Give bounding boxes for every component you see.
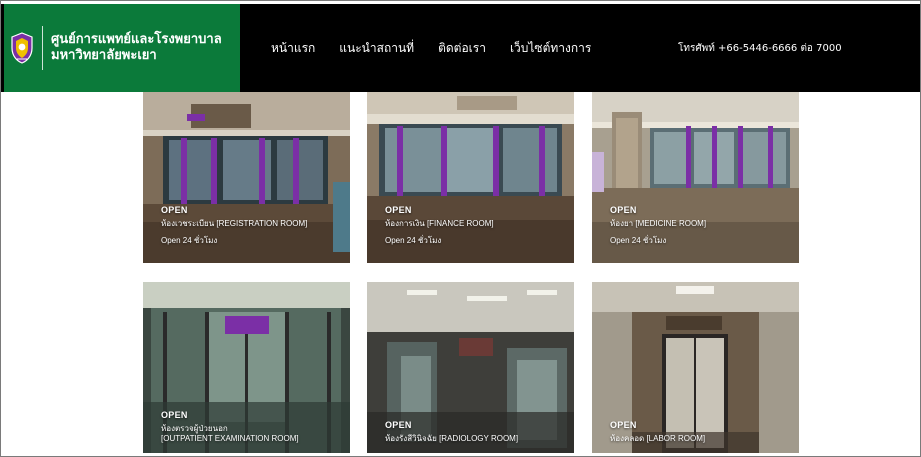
room-name: ห้องยา [MEDICINE ROOM]	[610, 219, 707, 228]
phone-number: โทรศัพท์ +66-5446-6666 ต่อ 7000	[678, 42, 842, 54]
room-card-registration[interactable]: OPEN ห้องเวชระเบียน [REGISTRATION ROOM] …	[143, 92, 350, 263]
nav-item-home[interactable]: หน้าแรก	[271, 39, 315, 58]
browser-frame: ศูนย์การแพทย์และโรงพยาบาล มหาวิทยาลัยพะเ…	[0, 0, 921, 457]
room-hours: Open 24 ชั่วโมง	[161, 236, 218, 245]
room-caption: OPEN ห้องคลอด [LABOR ROOM]	[610, 420, 705, 449]
room-caption: OPEN ห้องการเงิน [FINANCE ROOM] Open 24 …	[385, 205, 494, 247]
room-name: ห้องคลอด [LABOR ROOM]	[610, 434, 706, 443]
room-status: OPEN	[610, 205, 637, 215]
room-caption: OPEN ห้องยา [MEDICINE ROOM] Open 24 ชั่ว…	[610, 205, 706, 247]
room-hours: Open 24 ชั่วโมง	[385, 236, 442, 245]
main-nav: หน้าแรก แนะนำสถานที่ ติดต่อเรา เว็บไซต์ท…	[271, 4, 615, 92]
university-shield-icon	[11, 32, 33, 64]
nav-item-contact[interactable]: ติดต่อเรา	[438, 39, 486, 58]
room-status: OPEN	[161, 410, 188, 420]
room-status: OPEN	[385, 205, 412, 215]
room-card-finance[interactable]: OPEN ห้องการเงิน [FINANCE ROOM] Open 24 …	[367, 92, 574, 263]
room-name: ห้องรังสีวินิจฉัย [RADIOLOGY ROOM]	[385, 434, 519, 443]
nav-item-official-site[interactable]: เว็บไซต์ทางการ	[510, 39, 591, 58]
room-status: OPEN	[385, 420, 412, 430]
room-status: OPEN	[610, 420, 637, 430]
brand-line-1: ศูนย์การแพทย์และโรงพยาบาล	[51, 32, 222, 47]
brand-divider	[42, 26, 43, 70]
room-caption: OPEN ห้องรังสีวินิจฉัย [RADIOLOGY ROOM]	[385, 420, 518, 449]
brand-name: ศูนย์การแพทย์และโรงพยาบาล มหาวิทยาลัยพะเ…	[51, 32, 222, 64]
room-card-radiology[interactable]: OPEN ห้องรังสีวินิจฉัย [RADIOLOGY ROOM]	[367, 282, 574, 453]
room-status: OPEN	[161, 205, 188, 215]
nav-item-places[interactable]: แนะนำสถานที่	[339, 39, 414, 58]
room-hours: Open 24 ชั่วโมง	[610, 236, 667, 245]
brand-line-2: มหาวิทยาลัยพะเยา	[51, 48, 157, 63]
room-card-outpatient[interactable]: OPEN ห้องตรวจผู้ป่วยนอก [OUTPATIENT EXAM…	[143, 282, 350, 453]
room-caption: OPEN ห้องตรวจผู้ป่วยนอก [OUTPATIENT EXAM…	[161, 410, 299, 449]
room-name: ห้องตรวจผู้ป่วยนอก [OUTPATIENT EXAMINATI…	[161, 424, 299, 443]
room-caption: OPEN ห้องเวชระเบียน [REGISTRATION ROOM] …	[161, 205, 307, 247]
room-card-medicine[interactable]: OPEN ห้องยา [MEDICINE ROOM] Open 24 ชั่ว…	[592, 92, 799, 263]
brand-block[interactable]: ศูนย์การแพทย์และโรงพยาบาล มหาวิทยาลัยพะเ…	[4, 4, 240, 92]
room-name: ห้องการเงิน [FINANCE ROOM]	[385, 219, 494, 228]
room-card-labor[interactable]: OPEN ห้องคลอด [LABOR ROOM]	[592, 282, 799, 453]
room-name: ห้องเวชระเบียน [REGISTRATION ROOM]	[161, 219, 308, 228]
